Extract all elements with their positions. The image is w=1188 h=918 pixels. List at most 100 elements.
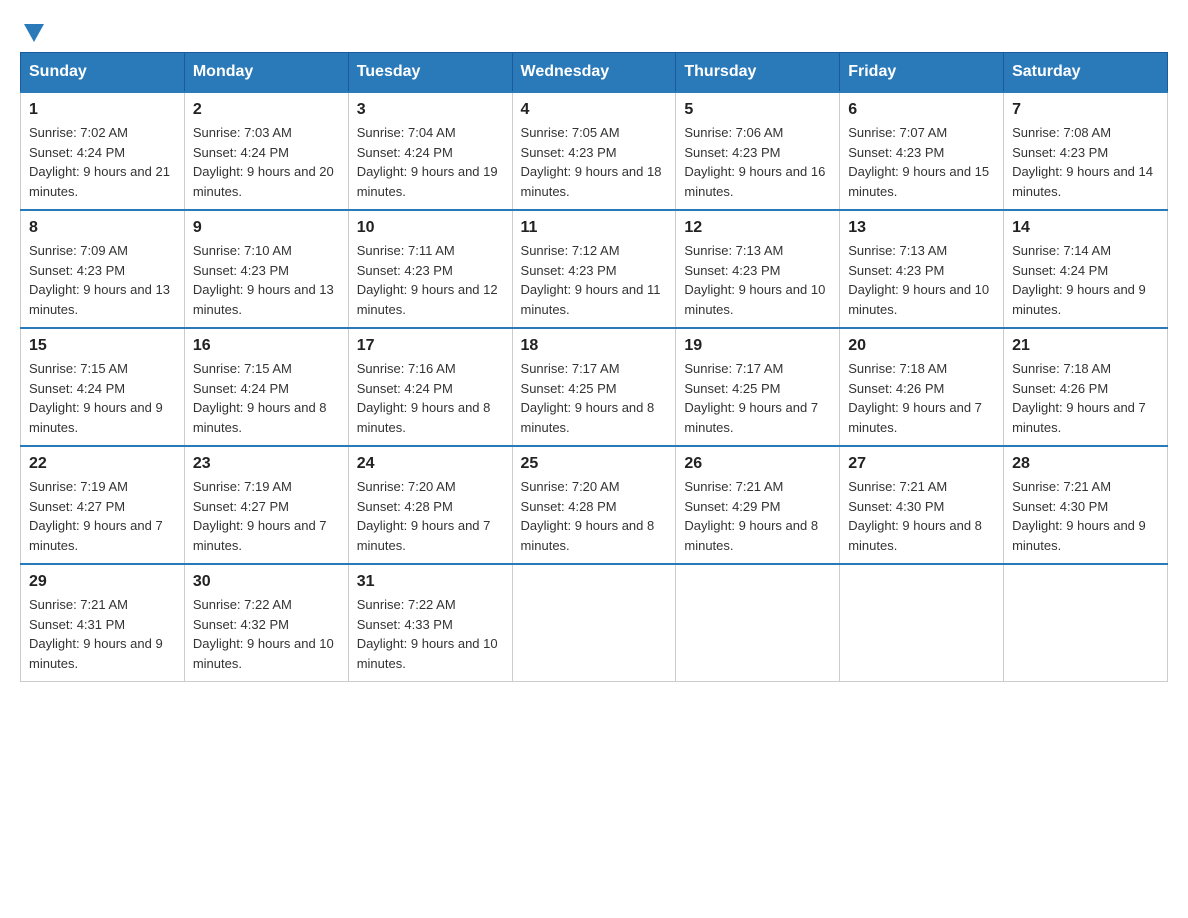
sunset-label: Sunset: 4:23 PM bbox=[29, 263, 125, 278]
sunset-label: Sunset: 4:24 PM bbox=[29, 381, 125, 396]
calendar-week-row: 29 Sunrise: 7:21 AM Sunset: 4:31 PM Dayl… bbox=[21, 564, 1168, 682]
day-info: Sunrise: 7:06 AM Sunset: 4:23 PM Dayligh… bbox=[684, 123, 831, 201]
sunrise-label: Sunrise: 7:07 AM bbox=[848, 125, 947, 140]
day-info: Sunrise: 7:13 AM Sunset: 4:23 PM Dayligh… bbox=[684, 241, 831, 319]
day-info: Sunrise: 7:10 AM Sunset: 4:23 PM Dayligh… bbox=[193, 241, 340, 319]
calendar-cell: 7 Sunrise: 7:08 AM Sunset: 4:23 PM Dayli… bbox=[1004, 92, 1168, 210]
calendar-cell: 1 Sunrise: 7:02 AM Sunset: 4:24 PM Dayli… bbox=[21, 92, 185, 210]
sunset-label: Sunset: 4:28 PM bbox=[357, 499, 453, 514]
sunset-label: Sunset: 4:24 PM bbox=[357, 145, 453, 160]
calendar-cell: 21 Sunrise: 7:18 AM Sunset: 4:26 PM Dayl… bbox=[1004, 328, 1168, 446]
sunset-label: Sunset: 4:24 PM bbox=[1012, 263, 1108, 278]
daylight-label: Daylight: 9 hours and 8 minutes. bbox=[193, 400, 327, 435]
day-number: 17 bbox=[357, 337, 504, 355]
daylight-label: Daylight: 9 hours and 8 minutes. bbox=[357, 400, 491, 435]
day-number: 18 bbox=[521, 337, 668, 355]
sunrise-label: Sunrise: 7:20 AM bbox=[521, 479, 620, 494]
day-number: 30 bbox=[193, 573, 340, 591]
sunset-label: Sunset: 4:23 PM bbox=[521, 145, 617, 160]
day-info: Sunrise: 7:12 AM Sunset: 4:23 PM Dayligh… bbox=[521, 241, 668, 319]
daylight-label: Daylight: 9 hours and 8 minutes. bbox=[848, 518, 982, 553]
calendar-cell: 14 Sunrise: 7:14 AM Sunset: 4:24 PM Dayl… bbox=[1004, 210, 1168, 328]
sunset-label: Sunset: 4:23 PM bbox=[848, 145, 944, 160]
sunset-label: Sunset: 4:32 PM bbox=[193, 617, 289, 632]
sunrise-label: Sunrise: 7:14 AM bbox=[1012, 243, 1111, 258]
daylight-label: Daylight: 9 hours and 7 minutes. bbox=[848, 400, 982, 435]
day-number: 2 bbox=[193, 101, 340, 119]
day-info: Sunrise: 7:17 AM Sunset: 4:25 PM Dayligh… bbox=[684, 359, 831, 437]
daylight-label: Daylight: 9 hours and 9 minutes. bbox=[1012, 518, 1146, 553]
daylight-label: Daylight: 9 hours and 15 minutes. bbox=[848, 164, 989, 199]
logo-triangle-icon bbox=[24, 24, 44, 42]
page-header bbox=[20, 20, 1168, 42]
day-info: Sunrise: 7:22 AM Sunset: 4:33 PM Dayligh… bbox=[357, 595, 504, 673]
sunset-label: Sunset: 4:24 PM bbox=[357, 381, 453, 396]
day-info: Sunrise: 7:04 AM Sunset: 4:24 PM Dayligh… bbox=[357, 123, 504, 201]
day-info: Sunrise: 7:18 AM Sunset: 4:26 PM Dayligh… bbox=[1012, 359, 1159, 437]
calendar-cell: 2 Sunrise: 7:03 AM Sunset: 4:24 PM Dayli… bbox=[184, 92, 348, 210]
sunrise-label: Sunrise: 7:20 AM bbox=[357, 479, 456, 494]
calendar-cell: 6 Sunrise: 7:07 AM Sunset: 4:23 PM Dayli… bbox=[840, 92, 1004, 210]
daylight-label: Daylight: 9 hours and 16 minutes. bbox=[684, 164, 825, 199]
sunrise-label: Sunrise: 7:08 AM bbox=[1012, 125, 1111, 140]
sunrise-label: Sunrise: 7:10 AM bbox=[193, 243, 292, 258]
calendar-cell: 20 Sunrise: 7:18 AM Sunset: 4:26 PM Dayl… bbox=[840, 328, 1004, 446]
calendar-week-row: 1 Sunrise: 7:02 AM Sunset: 4:24 PM Dayli… bbox=[21, 92, 1168, 210]
calendar-header-row: SundayMondayTuesdayWednesdayThursdayFrid… bbox=[21, 53, 1168, 93]
sunset-label: Sunset: 4:23 PM bbox=[684, 145, 780, 160]
sunset-label: Sunset: 4:23 PM bbox=[1012, 145, 1108, 160]
daylight-label: Daylight: 9 hours and 13 minutes. bbox=[29, 282, 170, 317]
day-number: 29 bbox=[29, 573, 176, 591]
daylight-label: Daylight: 9 hours and 7 minutes. bbox=[193, 518, 327, 553]
day-number: 13 bbox=[848, 219, 995, 237]
sunset-label: Sunset: 4:25 PM bbox=[684, 381, 780, 396]
daylight-label: Daylight: 9 hours and 8 minutes. bbox=[521, 400, 655, 435]
day-number: 22 bbox=[29, 455, 176, 473]
day-number: 15 bbox=[29, 337, 176, 355]
day-info: Sunrise: 7:02 AM Sunset: 4:24 PM Dayligh… bbox=[29, 123, 176, 201]
day-number: 5 bbox=[684, 101, 831, 119]
calendar-cell: 25 Sunrise: 7:20 AM Sunset: 4:28 PM Dayl… bbox=[512, 446, 676, 564]
day-number: 4 bbox=[521, 101, 668, 119]
day-number: 19 bbox=[684, 337, 831, 355]
calendar-cell: 19 Sunrise: 7:17 AM Sunset: 4:25 PM Dayl… bbox=[676, 328, 840, 446]
day-info: Sunrise: 7:09 AM Sunset: 4:23 PM Dayligh… bbox=[29, 241, 176, 319]
sunset-label: Sunset: 4:23 PM bbox=[848, 263, 944, 278]
sunrise-label: Sunrise: 7:18 AM bbox=[1012, 361, 1111, 376]
calendar-cell: 13 Sunrise: 7:13 AM Sunset: 4:23 PM Dayl… bbox=[840, 210, 1004, 328]
sunrise-label: Sunrise: 7:17 AM bbox=[684, 361, 783, 376]
sunset-label: Sunset: 4:24 PM bbox=[29, 145, 125, 160]
sunrise-label: Sunrise: 7:22 AM bbox=[193, 597, 292, 612]
calendar-cell: 24 Sunrise: 7:20 AM Sunset: 4:28 PM Dayl… bbox=[348, 446, 512, 564]
sunrise-label: Sunrise: 7:19 AM bbox=[29, 479, 128, 494]
sunrise-label: Sunrise: 7:17 AM bbox=[521, 361, 620, 376]
sunset-label: Sunset: 4:27 PM bbox=[29, 499, 125, 514]
calendar-cell: 31 Sunrise: 7:22 AM Sunset: 4:33 PM Dayl… bbox=[348, 564, 512, 682]
sunrise-label: Sunrise: 7:13 AM bbox=[848, 243, 947, 258]
calendar-cell: 16 Sunrise: 7:15 AM Sunset: 4:24 PM Dayl… bbox=[184, 328, 348, 446]
day-info: Sunrise: 7:20 AM Sunset: 4:28 PM Dayligh… bbox=[521, 477, 668, 555]
logo bbox=[20, 20, 44, 42]
weekday-header: Friday bbox=[840, 53, 1004, 93]
daylight-label: Daylight: 9 hours and 14 minutes. bbox=[1012, 164, 1153, 199]
sunrise-label: Sunrise: 7:15 AM bbox=[29, 361, 128, 376]
sunrise-label: Sunrise: 7:09 AM bbox=[29, 243, 128, 258]
day-number: 3 bbox=[357, 101, 504, 119]
sunrise-label: Sunrise: 7:16 AM bbox=[357, 361, 456, 376]
calendar-cell: 29 Sunrise: 7:21 AM Sunset: 4:31 PM Dayl… bbox=[21, 564, 185, 682]
calendar-cell: 26 Sunrise: 7:21 AM Sunset: 4:29 PM Dayl… bbox=[676, 446, 840, 564]
day-number: 6 bbox=[848, 101, 995, 119]
day-number: 21 bbox=[1012, 337, 1159, 355]
calendar-week-row: 15 Sunrise: 7:15 AM Sunset: 4:24 PM Dayl… bbox=[21, 328, 1168, 446]
sunrise-label: Sunrise: 7:05 AM bbox=[521, 125, 620, 140]
weekday-header: Thursday bbox=[676, 53, 840, 93]
calendar-cell bbox=[676, 564, 840, 682]
sunset-label: Sunset: 4:29 PM bbox=[684, 499, 780, 514]
sunrise-label: Sunrise: 7:12 AM bbox=[521, 243, 620, 258]
day-info: Sunrise: 7:15 AM Sunset: 4:24 PM Dayligh… bbox=[29, 359, 176, 437]
sunset-label: Sunset: 4:23 PM bbox=[193, 263, 289, 278]
weekday-header: Saturday bbox=[1004, 53, 1168, 93]
sunset-label: Sunset: 4:26 PM bbox=[1012, 381, 1108, 396]
sunset-label: Sunset: 4:28 PM bbox=[521, 499, 617, 514]
day-number: 20 bbox=[848, 337, 995, 355]
